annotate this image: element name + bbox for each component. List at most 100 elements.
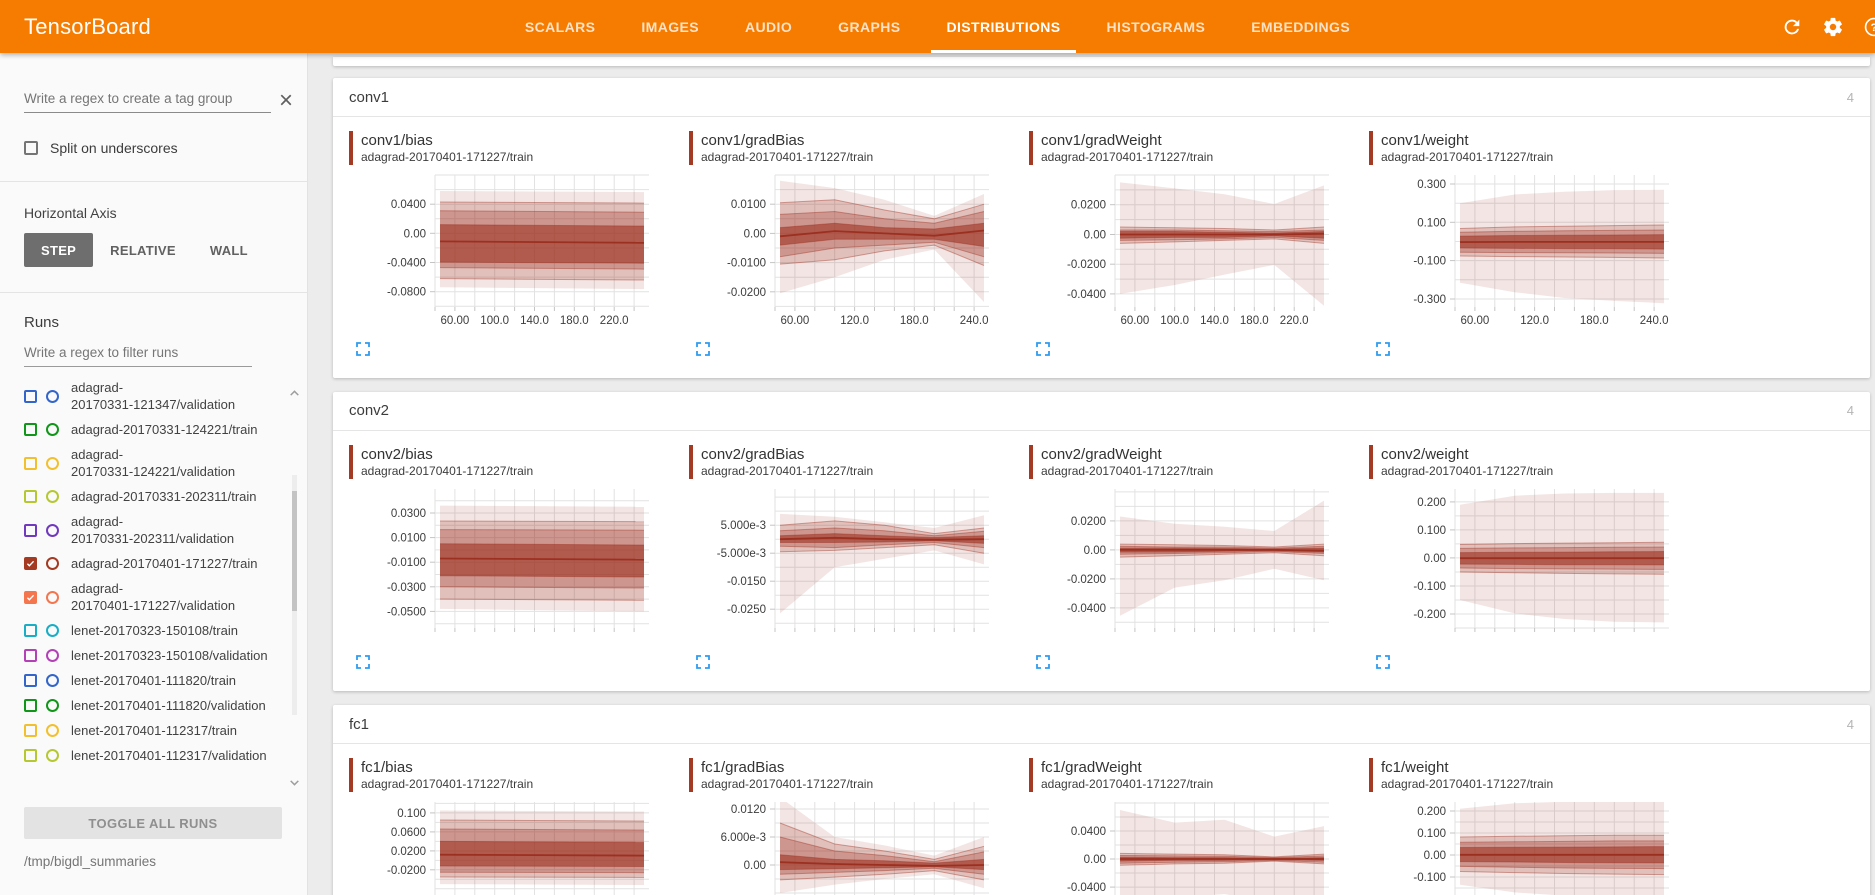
svg-text:0.100: 0.100 xyxy=(1417,217,1446,229)
svg-text:0.0120: 0.0120 xyxy=(731,804,766,816)
run-item[interactable]: adagrad-20170331-202311/validation xyxy=(24,509,281,551)
distribution-plot: 0.02000.00-0.0200-0.0400 xyxy=(1029,485,1333,650)
run-solo-radio[interactable] xyxy=(46,699,59,712)
run-solo-radio[interactable] xyxy=(46,749,59,762)
run-checkbox[interactable] xyxy=(24,624,37,637)
run-solo-radio[interactable] xyxy=(46,490,59,503)
run-checkbox[interactable] xyxy=(24,490,37,503)
scroll-up-icon[interactable] xyxy=(288,387,301,400)
svg-text:-0.0200: -0.0200 xyxy=(1067,259,1106,271)
axis-mode-step-button[interactable]: STEP xyxy=(24,233,93,267)
run-solo-radio[interactable] xyxy=(46,457,59,470)
run-checkbox[interactable] xyxy=(24,724,37,737)
run-checkbox[interactable] xyxy=(24,524,37,537)
run-solo-radio[interactable] xyxy=(46,557,59,570)
run-checkbox[interactable] xyxy=(24,649,37,662)
axis-mode-buttons: STEPRELATIVEWALL xyxy=(24,233,283,267)
tag-group-title: conv2 xyxy=(349,402,389,419)
run-item[interactable]: lenet-20170323-150108/validation xyxy=(24,643,281,668)
settings-gear-icon[interactable] xyxy=(1822,16,1844,38)
svg-text:-0.0400: -0.0400 xyxy=(1067,289,1106,301)
scrollbar-thumb[interactable] xyxy=(292,491,297,611)
chart-title-block: conv1/weightadagrad-20170401-171227/trai… xyxy=(1369,131,1673,165)
split-underscores-checkbox[interactable] xyxy=(24,141,38,155)
tab-graphs[interactable]: GRAPHS xyxy=(815,0,923,53)
runs-scrollbar[interactable] xyxy=(288,375,301,799)
chart-title: conv1/gradBias xyxy=(701,131,993,150)
run-item[interactable]: adagrad-20170331-121347/validation xyxy=(24,375,281,417)
chart-title: conv2/gradBias xyxy=(701,445,993,464)
run-checkbox[interactable] xyxy=(24,699,37,712)
tag-regex-input[interactable] xyxy=(24,87,271,113)
expand-chart-icon[interactable] xyxy=(1373,340,1393,360)
run-solo-radio[interactable] xyxy=(46,674,59,687)
tag-group-title: fc1 xyxy=(349,716,369,733)
run-solo-radio[interactable] xyxy=(46,649,59,662)
run-solo-radio[interactable] xyxy=(46,624,59,637)
tag-group-header-conv2[interactable]: conv24 xyxy=(333,392,1870,431)
run-checkbox[interactable] xyxy=(24,674,37,687)
tab-histograms[interactable]: HISTOGRAMS xyxy=(1084,0,1229,53)
svg-text:-0.0200: -0.0200 xyxy=(387,865,426,877)
distribution-chart: conv1/biasadagrad-20170401-171227/train0… xyxy=(349,131,653,362)
run-item[interactable]: lenet-20170401-111820/validation xyxy=(24,693,281,718)
toggle-all-runs-button[interactable]: TOGGLE ALL RUNS xyxy=(24,807,282,839)
run-solo-radio[interactable] xyxy=(46,724,59,737)
expand-chart-icon[interactable] xyxy=(353,340,373,360)
tab-audio[interactable]: AUDIO xyxy=(722,0,815,53)
tab-scalars[interactable]: SCALARS xyxy=(502,0,618,53)
distribution-chart: conv1/gradWeightadagrad-20170401-171227/… xyxy=(1029,131,1333,362)
charts-row: conv2/biasadagrad-20170401-171227/train0… xyxy=(333,431,1870,692)
split-underscores-row[interactable]: Split on underscores xyxy=(24,140,283,156)
run-name-label: lenet-20170401-111820/validation xyxy=(71,697,266,714)
run-checkbox[interactable] xyxy=(24,749,37,762)
tab-images[interactable]: IMAGES xyxy=(618,0,722,53)
svg-text:120.0: 120.0 xyxy=(1520,315,1549,327)
run-item[interactable]: lenet-20170401-111820/train xyxy=(24,668,281,693)
axis-mode-relative-button[interactable]: RELATIVE xyxy=(93,233,193,267)
run-solo-radio[interactable] xyxy=(46,390,59,403)
tag-group-header-fc1[interactable]: fc14 xyxy=(333,705,1870,744)
run-item[interactable]: lenet-20170401-112317/validation xyxy=(24,743,281,768)
runs-filter-input[interactable] xyxy=(24,341,252,367)
scroll-down-icon[interactable] xyxy=(288,776,301,789)
chart-title-block: fc1/biasadagrad-20170401-171227/train xyxy=(349,758,653,792)
help-icon[interactable]: ? xyxy=(1863,16,1875,38)
chart-run-label: adagrad-20170401-171227/train xyxy=(1041,464,1333,479)
log-directory-path: /tmp/bigdl_summaries xyxy=(24,854,283,869)
run-item[interactable]: lenet-20170401-112317/train xyxy=(24,718,281,743)
run-checkbox[interactable] xyxy=(24,423,37,436)
tag-group-header-conv1[interactable]: conv14 xyxy=(333,78,1870,117)
expand-chart-icon[interactable] xyxy=(1373,654,1393,674)
tab-distributions[interactable]: DISTRIBUTIONS xyxy=(923,0,1083,53)
run-item[interactable]: adagrad-20170331-124221/validation xyxy=(24,442,281,484)
svg-text:0.0400: 0.0400 xyxy=(391,199,426,211)
run-item[interactable]: adagrad-20170331-202311/train xyxy=(24,484,281,509)
run-item[interactable]: lenet-20170323-150108/train xyxy=(24,618,281,643)
run-solo-radio[interactable] xyxy=(46,591,59,604)
run-checkbox[interactable] xyxy=(24,457,37,470)
chart-title-block: fc1/gradBiasadagrad-20170401-171227/trai… xyxy=(689,758,993,792)
expand-chart-icon[interactable] xyxy=(1033,654,1053,674)
expand-chart-icon[interactable] xyxy=(693,654,713,674)
expand-chart-icon[interactable] xyxy=(353,654,373,674)
chart-run-label: adagrad-20170401-171227/train xyxy=(1041,777,1333,792)
expand-chart-icon[interactable] xyxy=(1033,340,1053,360)
run-solo-radio[interactable] xyxy=(46,524,59,537)
run-item[interactable]: adagrad-20170401-171227/validation xyxy=(24,576,281,618)
run-solo-radio[interactable] xyxy=(46,423,59,436)
run-item[interactable]: adagrad-20170401-171227/train xyxy=(24,551,281,576)
svg-text:240.0: 240.0 xyxy=(960,315,989,327)
run-checkbox[interactable] xyxy=(24,557,37,570)
axis-mode-wall-button[interactable]: WALL xyxy=(193,233,265,267)
refresh-icon[interactable] xyxy=(1781,16,1803,38)
run-name-label: lenet-20170323-150108/train xyxy=(71,622,238,639)
tab-embeddings[interactable]: EMBEDDINGS xyxy=(1228,0,1373,53)
run-item[interactable]: adagrad-20170331-124221/train xyxy=(24,417,281,442)
run-checkbox[interactable] xyxy=(24,390,37,403)
close-icon[interactable]: × xyxy=(271,91,297,113)
svg-text:-0.0300: -0.0300 xyxy=(387,581,426,593)
run-checkbox[interactable] xyxy=(24,591,37,604)
expand-chart-icon[interactable] xyxy=(693,340,713,360)
svg-text:-0.0250: -0.0250 xyxy=(727,604,766,616)
